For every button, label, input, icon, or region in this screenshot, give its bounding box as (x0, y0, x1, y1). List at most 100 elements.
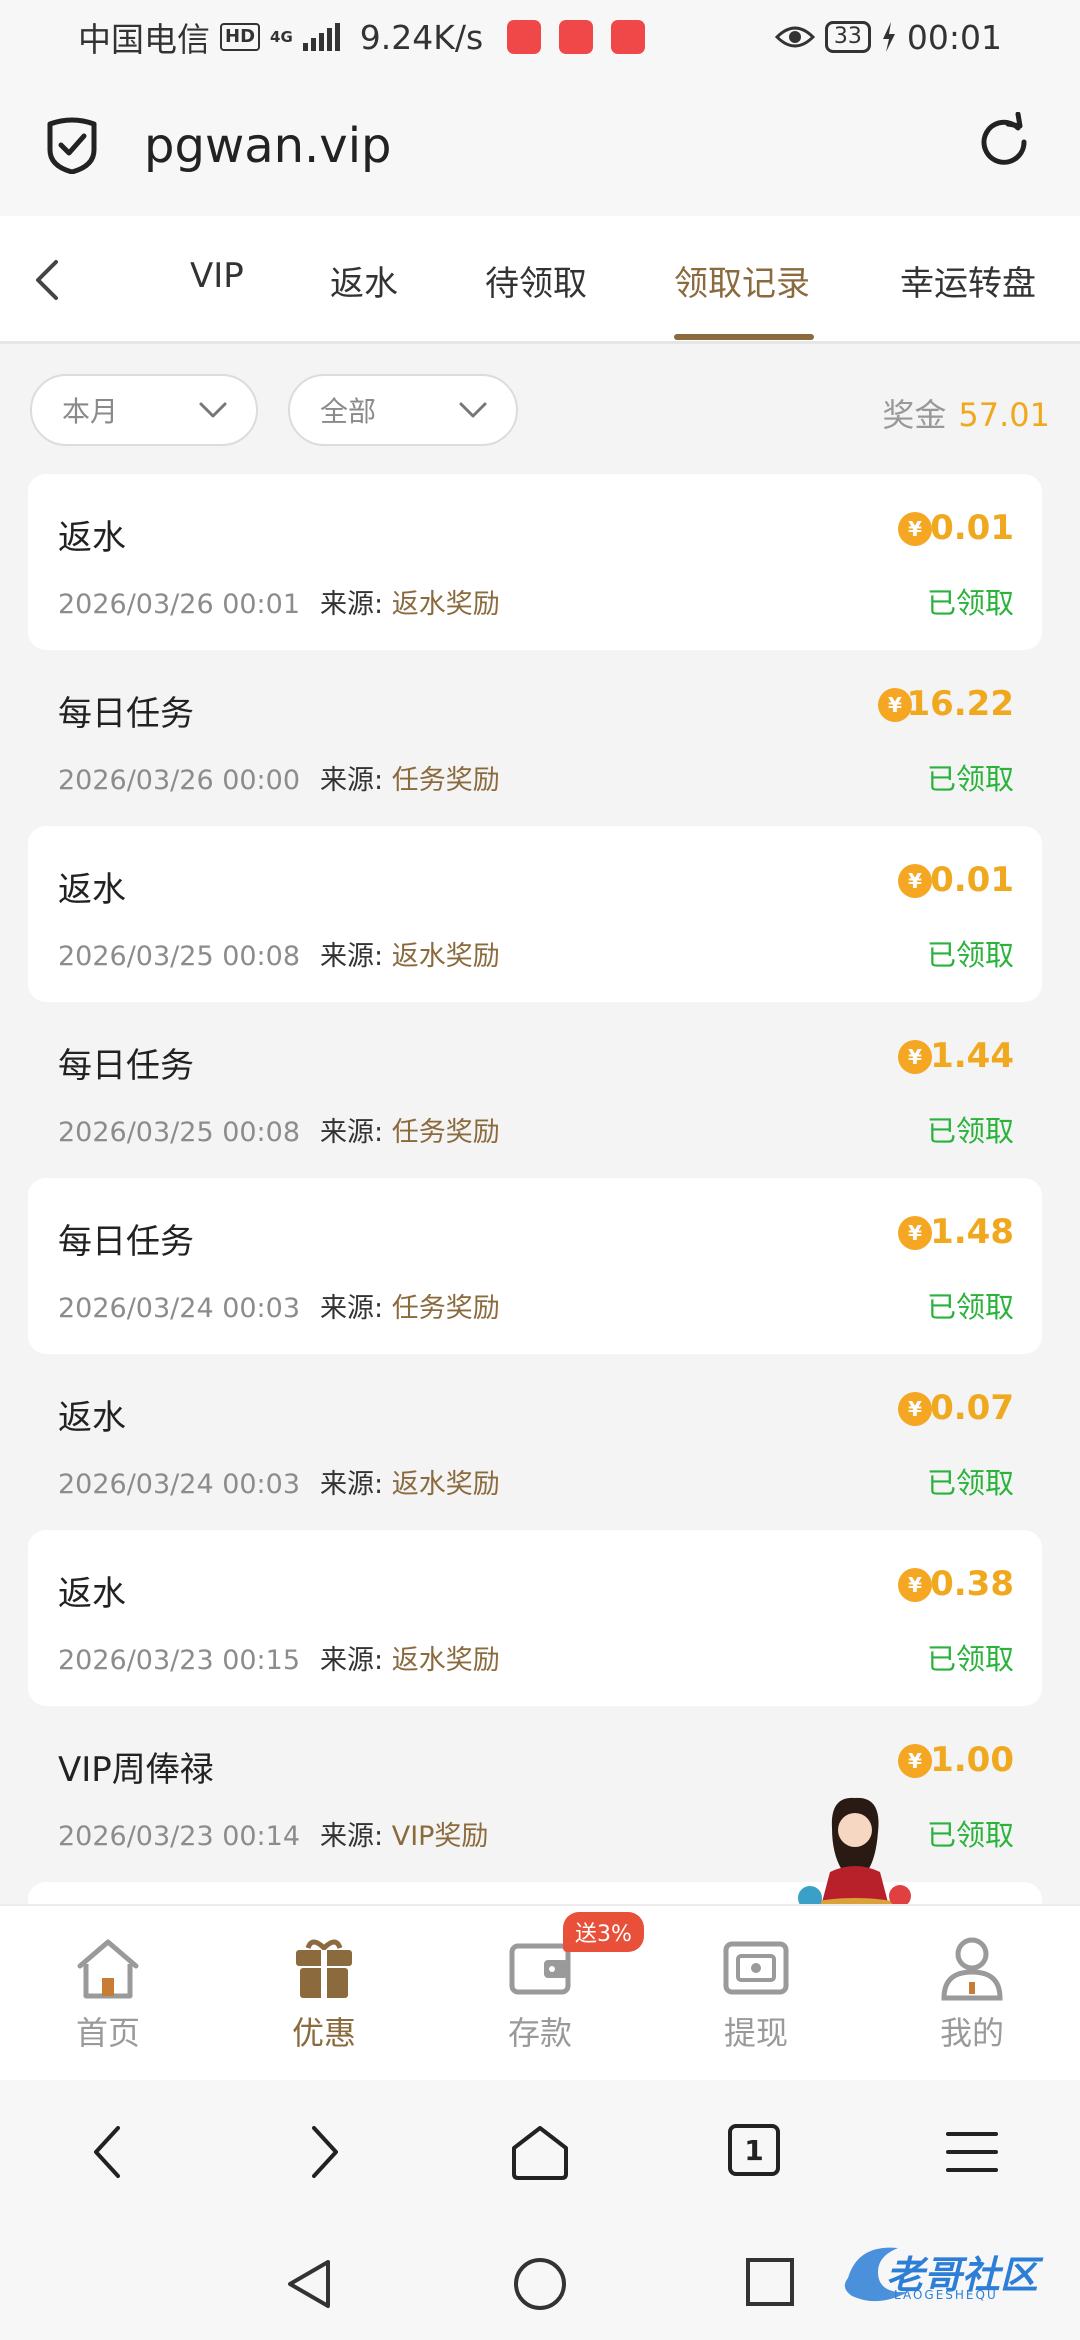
charging-icon (882, 22, 895, 52)
tab-vip[interactable]: VIP (190, 256, 244, 296)
list-item[interactable]: 每日任务 2026/03/24 00:03 来源: 任务奖励 ¥ 1.48 已领取 (28, 1178, 1042, 1354)
nav-deposit-label: 存款 (507, 2014, 572, 2052)
record-date: 2026/03/26 00:01 来源: 返水奖励 (58, 589, 500, 620)
browser-back-icon[interactable] (88, 2124, 128, 2180)
type-select[interactable]: 全部 (288, 374, 518, 446)
record-status: 已领取 (926, 1114, 1014, 1148)
browser-toolbar: 1 (0, 2080, 1080, 2220)
record-title: 返水 (58, 518, 126, 558)
nav-home[interactable]: 首页 (48, 1934, 168, 2054)
category-tabs: VIP 返水 待领取 领取记录 幸运转盘 (0, 216, 1080, 344)
bottom-nav: 首页 优惠 存款 提现 我的 (0, 1904, 1080, 2080)
tab-rebate[interactable]: 返水 (330, 256, 398, 305)
period-select[interactable]: 本月 (30, 374, 258, 446)
gift-icon (296, 1939, 352, 1998)
list-item[interactable]: 返水 2026/03/24 00:03 来源: 返水奖励 ¥ 0.07 已领取 (28, 1354, 1042, 1530)
huawei-app-icon (611, 20, 646, 54)
coin-icon: ¥ (898, 1040, 932, 1074)
record-title: VIP周俸禄 (58, 1750, 214, 1790)
withdraw-icon (723, 1941, 789, 1995)
record-title: 返水 (58, 1398, 126, 1438)
user-icon (941, 1937, 1003, 2001)
record-title: 返水 (58, 870, 126, 910)
list-item[interactable]: 返水 2026/03/26 00:01 来源: 返水奖励 ¥ 0.01 已领取 (28, 474, 1042, 650)
system-home-icon[interactable] (512, 2256, 568, 2312)
signal-icon (302, 23, 340, 51)
list-item[interactable]: 每日任务 2026/03/26 00:00 来源: 任务奖励 ¥ 16.22 已领… (28, 650, 1042, 826)
record-title: 每日任务 (58, 1046, 194, 1086)
record-date: 2026/03/25 00:08 来源: 任务奖励 (58, 1117, 500, 1148)
record-amount: 0.07 (930, 1388, 1014, 1428)
nav-withdraw[interactable]: 提现 (696, 1934, 816, 2054)
list-item[interactable]: 返水 2026/03/25 00:08 来源: 返水奖励 ¥ 0.01 已领取 (28, 826, 1042, 1002)
menu-icon[interactable] (944, 2124, 1000, 2180)
nav-deposit[interactable]: 存款 (480, 1934, 600, 2054)
coin-icon: ¥ (898, 512, 932, 546)
chevron-down-icon (199, 402, 227, 418)
clock: 00:01 (906, 17, 1002, 57)
coin-icon: ¥ (898, 1568, 932, 1602)
type-select-value: 全部 (320, 395, 377, 428)
tab-lucky-wheel[interactable]: 幸运转盘 (900, 256, 1036, 305)
bonus-label: 奖金 (882, 396, 947, 434)
record-title: 每日任务 (58, 694, 194, 734)
system-recents-icon[interactable] (744, 2256, 796, 2308)
tab-claim-history[interactable]: 领取记录 (674, 256, 810, 305)
network-speed: 9.24K/s (359, 17, 484, 57)
record-amount: 1.00 (930, 1740, 1014, 1780)
back-chevron-icon[interactable] (30, 258, 66, 302)
chevron-down-icon (459, 402, 487, 418)
home-icon (77, 1939, 139, 1999)
tabs-count-button[interactable]: 1 (728, 2124, 780, 2176)
bonus-value: 57.01 (958, 396, 1050, 434)
nav-home-label: 首页 (75, 2014, 140, 2052)
watermark-subtext: LAOGESHEQU (894, 2288, 998, 2302)
coin-icon: ¥ (898, 1216, 932, 1250)
record-amount: 0.01 (930, 508, 1014, 548)
tab-pending[interactable]: 待领取 (485, 256, 587, 305)
record-status: 已领取 (926, 938, 1014, 972)
browser-forward-icon[interactable] (304, 2124, 344, 2180)
record-date: 2026/03/24 00:03 来源: 任务奖励 (58, 1293, 500, 1324)
reload-icon[interactable] (974, 112, 1034, 172)
browser-home-icon[interactable] (510, 2124, 570, 2180)
nav-profile-label: 我的 (939, 2014, 1004, 2052)
record-status: 已领取 (926, 762, 1014, 796)
record-date: 2026/03/25 00:08 来源: 返水奖励 (58, 941, 500, 972)
record-title: 返水 (58, 1574, 126, 1614)
record-amount: 16.22 (906, 684, 1014, 724)
huawei-app-icon (559, 20, 594, 54)
record-status: 已领取 (926, 586, 1014, 620)
network-label: 4G (270, 27, 293, 46)
shield-check-icon[interactable] (44, 114, 100, 174)
list-item[interactable]: 每日任务 2026/03/25 00:08 来源: 任务奖励 ¥ 1.44 已领取 (28, 1002, 1042, 1178)
coin-icon: ¥ (898, 1744, 932, 1778)
carrier-label: 中国电信 (78, 20, 210, 59)
system-back-icon[interactable] (284, 2256, 334, 2312)
record-date: 2026/03/23 00:15 来源: 返水奖励 (58, 1645, 500, 1676)
list-item[interactable]: 返水 2026/03/23 00:15 来源: 返水奖励 ¥ 0.38 已领取 (28, 1530, 1042, 1706)
record-amount: 0.01 (930, 860, 1014, 900)
hd-badge: HD (220, 23, 261, 51)
huawei-app-icon (507, 20, 542, 54)
record-status: 已领取 (926, 1290, 1014, 1324)
record-status: 已领取 (926, 1466, 1014, 1500)
coin-icon: ¥ (898, 1392, 932, 1426)
record-amount: 0.38 (930, 1564, 1014, 1604)
nav-profile[interactable]: 我的 (912, 1934, 1032, 2054)
url-text[interactable]: pgwan.vip (144, 118, 392, 174)
record-date: 2026/03/23 00:14 来源: VIP奖励 (58, 1821, 489, 1852)
nav-promotions-label: 优惠 (291, 2014, 356, 2052)
bonus-total: 奖金 57.01 (882, 390, 1050, 436)
watermark-logo: 老哥社区 LAOGESHEQU (838, 2238, 1070, 2308)
nav-promotions[interactable]: 优惠 (264, 1934, 384, 2054)
period-select-value: 本月 (62, 395, 119, 428)
claim-record-list: 返水 2026/03/26 00:01 来源: 返水奖励 ¥ 0.01 已领取 每… (28, 474, 1042, 1922)
nav-withdraw-label: 提现 (723, 2014, 788, 2052)
deposit-bonus-badge: 送3% (563, 1912, 644, 1952)
record-date: 2026/03/26 00:00 来源: 任务奖励 (58, 765, 500, 796)
coin-icon: ¥ (898, 864, 932, 898)
battery-icon: 33 (824, 21, 871, 53)
active-tab-indicator (674, 334, 814, 340)
record-title: 每日任务 (58, 1222, 194, 1262)
